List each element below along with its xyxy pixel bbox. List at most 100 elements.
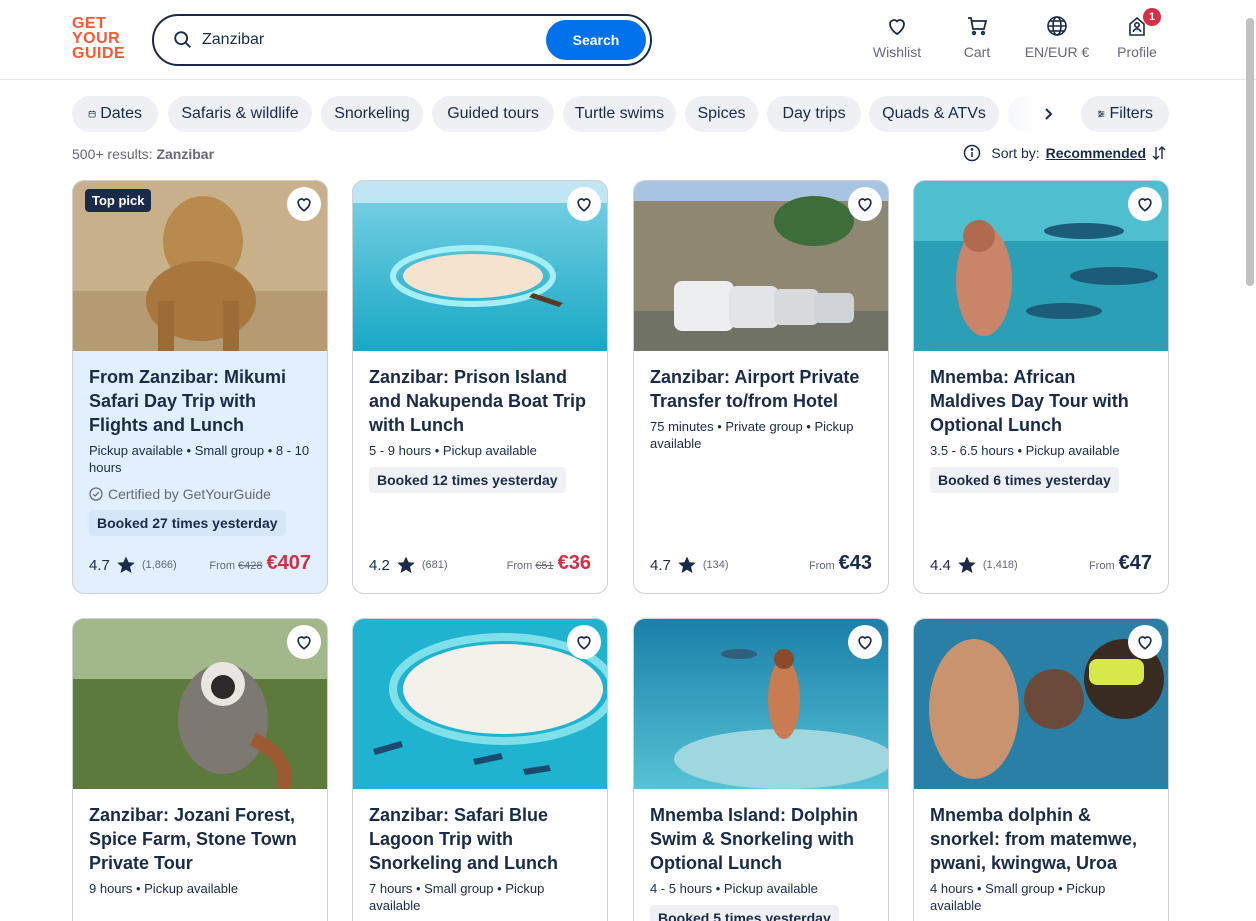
activity-card[interactable]: Zanzibar: Jozani Forest, Spice Farm, Sto…: [72, 618, 328, 921]
sliders-icon: [1098, 110, 1105, 118]
chip-dates[interactable]: Dates: [72, 96, 158, 132]
sort-value[interactable]: Recommended: [1046, 145, 1146, 161]
chip-label: Day trips: [782, 105, 846, 122]
profile-label: Profile: [1117, 44, 1157, 60]
top-header: GET YOUR GUIDE Search Wishlist Cart EN/E…: [0, 0, 1256, 80]
review-count: (1,866): [141, 559, 177, 571]
price-value: €43: [838, 552, 872, 574]
rating-value: 4.7: [650, 556, 671, 574]
chip-safaris-wildlife[interactable]: Safaris & wildlife: [168, 96, 312, 132]
price-from-label: From: [506, 560, 533, 572]
wishlist-toggle-button[interactable]: [287, 187, 321, 221]
profile-nav[interactable]: 1 Profile: [1097, 8, 1177, 66]
chevron-right-icon: [1045, 108, 1053, 120]
activity-card[interactable]: Zanzibar: Prison Island and Nakupenda Bo…: [352, 180, 608, 594]
booked-badge: Booked 27 times yesterday: [89, 510, 286, 536]
activity-card[interactable]: Mnemba: African Maldives Day Tour with O…: [913, 180, 1169, 594]
review-count: (1,418): [982, 559, 1018, 571]
activity-title[interactable]: Zanzibar: Safari Blue Lagoon Trip with S…: [369, 803, 591, 875]
activity-card[interactable]: Mnemba dolphin & snorkel: from matemwe, …: [913, 618, 1169, 921]
price: From €428 €407: [209, 552, 311, 575]
chip-label: Spices: [697, 105, 746, 122]
chip-label: Snorkeling: [334, 105, 410, 122]
certified-text: Certified by GetYourGuide: [108, 486, 271, 502]
wishlist-toggle-button[interactable]: [848, 625, 882, 659]
search-bar: Search: [152, 14, 652, 66]
card-body: Mnemba dolphin & snorkel: from matemwe, …: [914, 789, 1168, 914]
activity-card[interactable]: Top pick From Zanzibar: Mikumi Safari Da…: [72, 180, 328, 594]
cart-nav[interactable]: Cart: [937, 14, 1017, 66]
chips-scroll-right-button[interactable]: [1032, 98, 1064, 130]
chip-guided-tours[interactable]: Guided tours: [432, 96, 554, 132]
activity-image: [634, 619, 888, 789]
cart-label: Cart: [963, 44, 991, 60]
chip-label: Quads & ATVs: [882, 105, 986, 122]
chip-day-trips[interactable]: Day trips: [767, 96, 861, 132]
review-count: (681): [421, 559, 448, 571]
page-scrollbar[interactable]: [1246, 18, 1254, 286]
heart-icon: [1138, 198, 1152, 212]
profile-notification-badge: 1: [1143, 8, 1161, 26]
wishlist-toggle-button[interactable]: [287, 625, 321, 659]
activity-title[interactable]: Zanzibar: Prison Island and Nakupenda Bo…: [369, 365, 591, 437]
activity-image: [353, 619, 607, 789]
wishlist-toggle-button[interactable]: [567, 187, 601, 221]
results-count: 500+ results: Zanzibar: [72, 146, 214, 162]
chip-label: Turtle swims: [574, 105, 665, 122]
chip-spices[interactable]: Spices: [685, 96, 758, 132]
sort-control[interactable]: Sort by: Recommended: [963, 144, 1168, 162]
chip-quads-atvs[interactable]: Quads & ATVs: [869, 96, 999, 132]
search-input[interactable]: [202, 28, 532, 52]
rating: 4.7 (1,866): [89, 555, 177, 575]
booked-badge: Booked 6 times yesterday: [930, 467, 1119, 493]
booked-badge: Booked 5 times yesterday: [650, 905, 839, 921]
card-body: Mnemba: African Maldives Day Tour with O…: [914, 351, 1168, 493]
heart-icon: [577, 198, 591, 212]
wishlist-nav[interactable]: Wishlist: [857, 14, 937, 66]
heart-icon: [858, 198, 872, 212]
activity-title[interactable]: Mnemba dolphin & snorkel: from matemwe, …: [930, 803, 1152, 875]
sale-price: €407: [266, 552, 312, 574]
filters-button[interactable]: Filters: [1081, 96, 1169, 132]
activity-title[interactable]: Zanzibar: Jozani Forest, Spice Farm, Sto…: [89, 803, 311, 875]
original-price: €428: [238, 560, 263, 572]
activity-title[interactable]: Zanzibar: Airport Private Transfer to/fr…: [650, 365, 872, 413]
star-icon: [117, 556, 135, 573]
activity-meta: 4 - 5 hours • Pickup available: [650, 881, 818, 896]
price-from-label: From: [209, 560, 236, 572]
heart-icon: [889, 19, 905, 36]
sale-price: €36: [557, 552, 591, 574]
price-value: €47: [1118, 552, 1152, 574]
activity-card[interactable]: Mnemba Island: Dolphin Swim & Snorkeling…: [633, 618, 889, 921]
getyourguide-logo[interactable]: GET YOUR GUIDE: [72, 16, 130, 64]
chip-turtle-swims[interactable]: Turtle swims: [563, 96, 676, 132]
wishlist-toggle-button[interactable]: [1128, 625, 1162, 659]
chip-label: Dates: [100, 105, 142, 122]
activity-title[interactable]: Mnemba: African Maldives Day Tour with O…: [930, 365, 1152, 437]
activity-image: [914, 619, 1168, 789]
card-body: From Zanzibar: Mikumi Safari Day Trip wi…: [73, 351, 327, 536]
rating: 4.7 (134): [650, 555, 729, 575]
wishlist-toggle-button[interactable]: [848, 187, 882, 221]
booked-badge: Booked 12 times yesterday: [369, 467, 566, 493]
activity-card[interactable]: Zanzibar: Safari Blue Lagoon Trip with S…: [352, 618, 608, 921]
activity-meta: 9 hours • Pickup available: [89, 881, 239, 896]
chip-label: Guided tours: [447, 105, 539, 122]
wishlist-toggle-button[interactable]: [1128, 187, 1162, 221]
wishlist-label: Wishlist: [872, 44, 922, 60]
card-footer: 4.2 (681) From €51 €36: [369, 551, 591, 575]
activity-title[interactable]: From Zanzibar: Mikumi Safari Day Trip wi…: [89, 365, 311, 437]
heart-icon: [1138, 636, 1152, 650]
activity-card[interactable]: Zanzibar: Airport Private Transfer to/fr…: [633, 180, 889, 594]
sort-label: Sort by:: [991, 145, 1040, 161]
activity-title[interactable]: Mnemba Island: Dolphin Swim & Snorkeling…: [650, 803, 872, 875]
search-icon: [174, 31, 191, 48]
heart-icon: [858, 636, 872, 650]
rating-value: 4.4: [930, 556, 951, 574]
search-button[interactable]: Search: [546, 20, 646, 60]
chip-snorkeling[interactable]: Snorkeling: [321, 96, 423, 132]
language-label: EN/EUR €: [1024, 44, 1090, 60]
card-footer: 4.7 (1,866) From €428 €407: [89, 551, 311, 575]
language-currency-nav[interactable]: EN/EUR €: [1017, 14, 1097, 66]
wishlist-toggle-button[interactable]: [567, 625, 601, 659]
